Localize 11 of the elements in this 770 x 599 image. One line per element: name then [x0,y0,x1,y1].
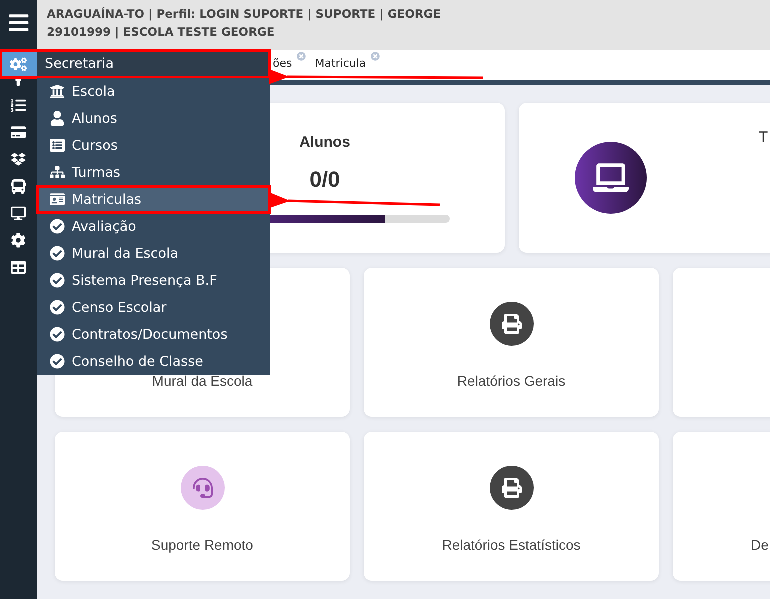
shortcut-label: De [751,537,769,553]
shortcut-label: Suporte Remoto [152,537,254,553]
menu-title: Secretaria [45,56,114,72]
shortcut-label: Mural da Escola [152,373,253,389]
stat-title: T [759,129,768,146]
stat-value: 0/0 [310,166,340,192]
header-text: ARAGUAÍNA-TO | Perfil: LOGIN SUPORTE | SUPORTE | GEORGE [47,7,442,22]
header-text: 29101999 | ESCOLA TESTE GEORGE [47,25,276,40]
shortcut-label: Relatórios Estatísticos [442,537,581,553]
stat-title: Alunos [300,134,350,150]
shortcut-label: Relatórios Gerais [457,373,566,389]
